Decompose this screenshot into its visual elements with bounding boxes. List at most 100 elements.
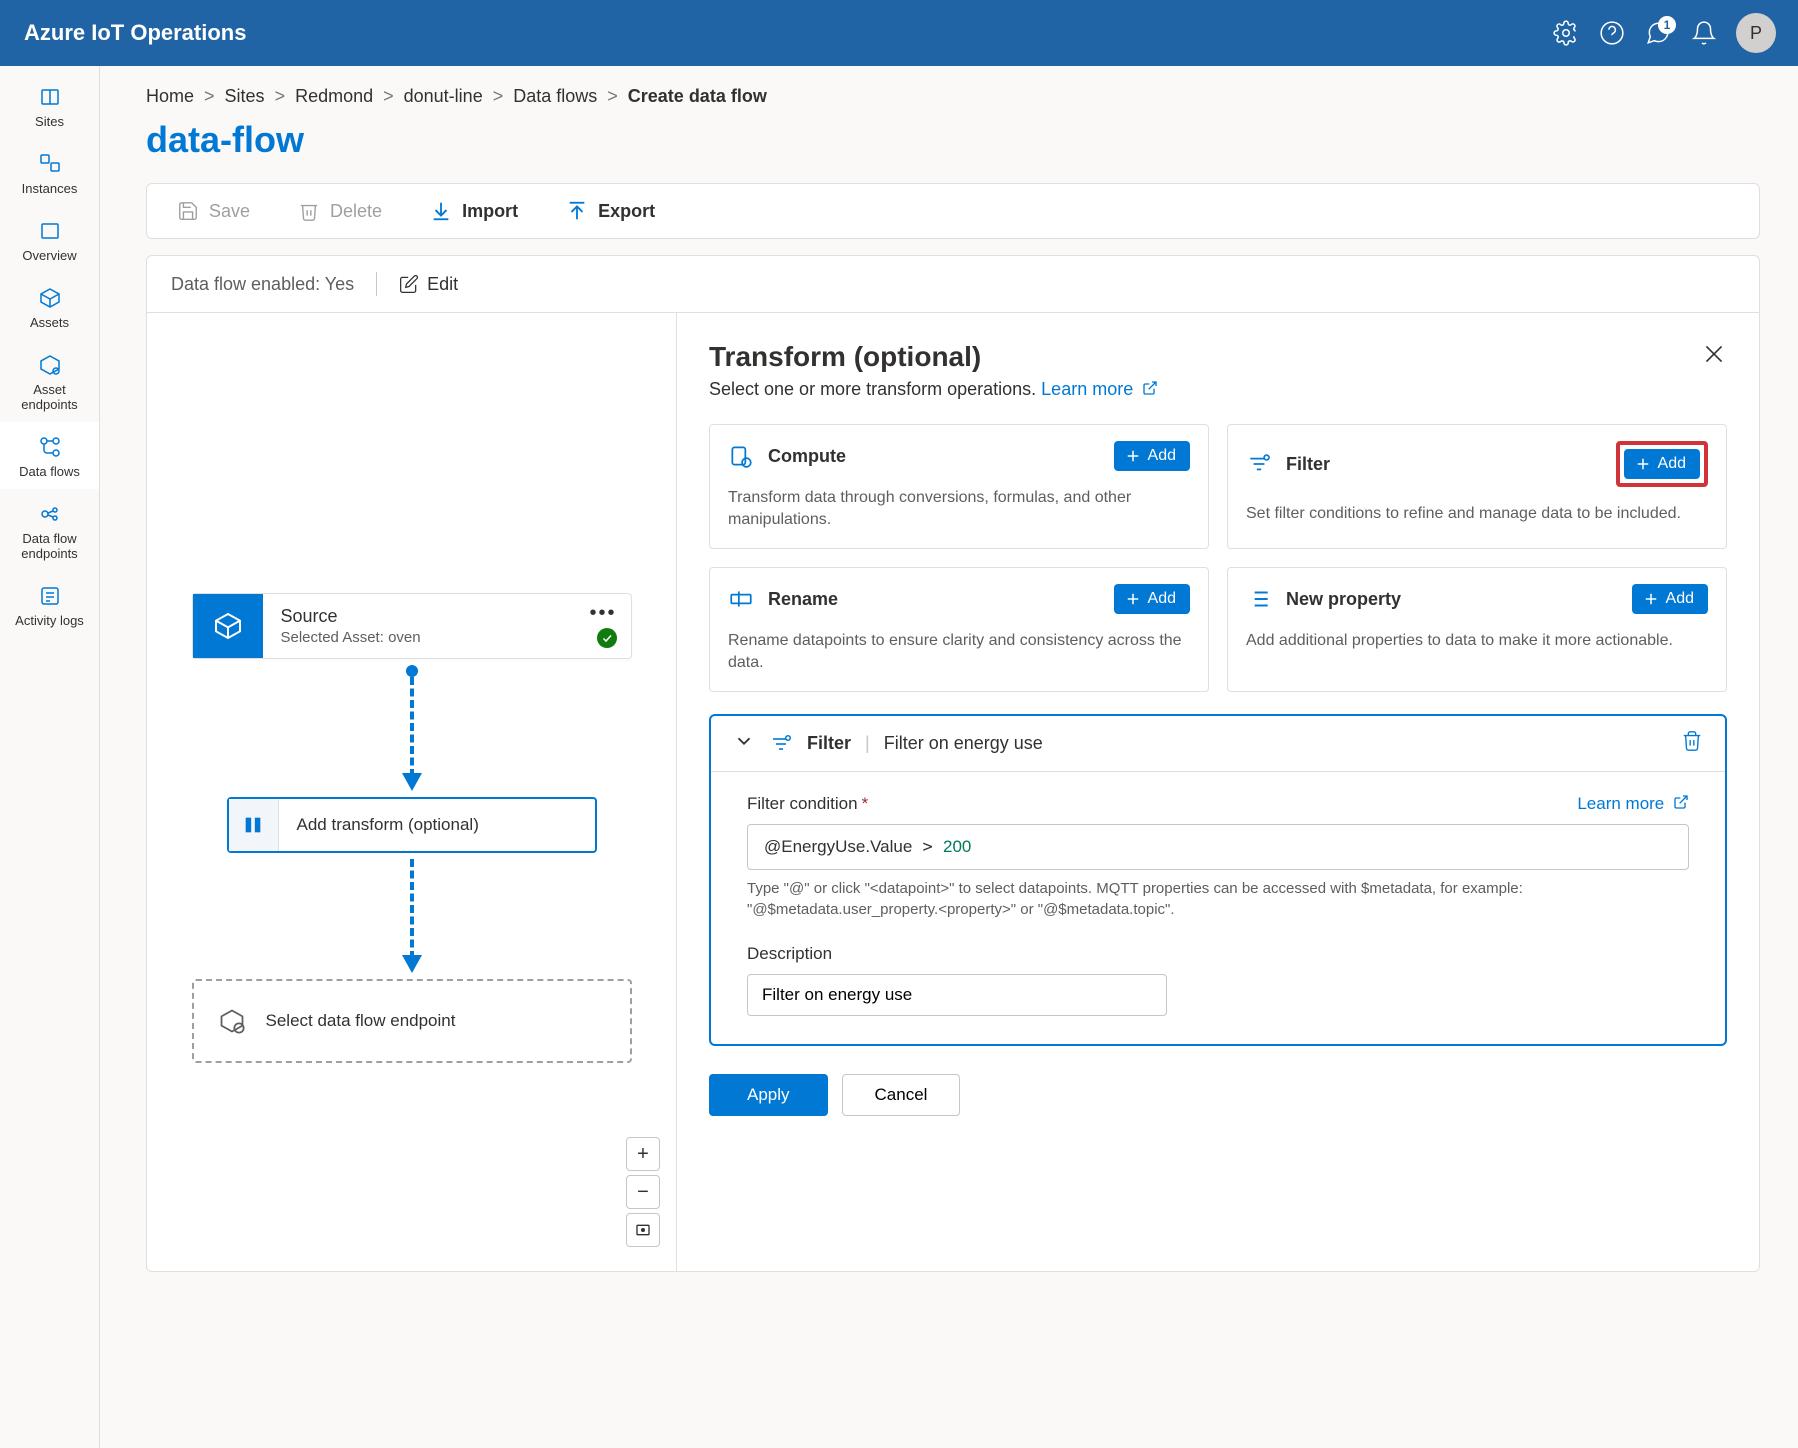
connector [402, 859, 422, 973]
edit-button[interactable]: Edit [399, 274, 458, 295]
feedback-icon[interactable]: 1 [1644, 19, 1672, 47]
data-flows-icon [37, 434, 63, 460]
delete-filter-button[interactable] [1681, 730, 1703, 757]
compute-card: Compute Add Transform data through conve… [709, 424, 1209, 549]
learn-more-link[interactable]: Learn more [1577, 794, 1689, 814]
workspace: Source Selected Asset: oven ••• Add tran… [146, 312, 1760, 1272]
sidebar-item-instances[interactable]: Instances [0, 139, 99, 206]
sidebar-label: Asset endpoints [4, 382, 95, 412]
crumb-current: Create data flow [628, 86, 767, 107]
status-text: Data flow enabled: Yes [171, 274, 354, 295]
crumb-redmond[interactable]: Redmond [295, 86, 373, 107]
filter-operation: Filter | Filter on energy use Filter con… [709, 714, 1727, 1046]
panel-footer: Apply Cancel [709, 1074, 1727, 1116]
add-compute-button[interactable]: Add [1114, 441, 1190, 471]
zoom-controls: + − [626, 1137, 660, 1247]
learn-more-link[interactable]: Learn more [1041, 379, 1158, 399]
description-label: Description [747, 944, 1689, 964]
app-title: Azure IoT Operations [24, 20, 246, 46]
settings-icon[interactable] [1552, 19, 1580, 47]
apply-button[interactable]: Apply [709, 1074, 828, 1116]
sidebar-label: Activity logs [15, 613, 84, 628]
sidebar: Sites Instances Overview Assets Asset en… [0, 66, 100, 1448]
crumb-home[interactable]: Home [146, 86, 194, 107]
crumb-sites[interactable]: Sites [225, 86, 265, 107]
transform-icon [229, 799, 279, 851]
overview-icon [37, 218, 63, 244]
description-input[interactable] [747, 974, 1167, 1016]
user-avatar[interactable]: P [1736, 13, 1776, 53]
feedback-badge: 1 [1658, 16, 1676, 34]
check-icon [597, 628, 617, 648]
filter-icon [1246, 451, 1272, 477]
instances-icon [37, 151, 63, 177]
sidebar-label: Sites [35, 114, 64, 129]
filter-card: Filter Add Set filter conditions to refi… [1227, 424, 1727, 549]
sidebar-item-asset-endpoints[interactable]: Asset endpoints [0, 340, 99, 422]
source-node[interactable]: Source Selected Asset: oven ••• [192, 593, 632, 659]
help-icon[interactable] [1598, 19, 1626, 47]
delete-button: Delete [298, 200, 382, 222]
endpoint-node[interactable]: Select data flow endpoint [192, 979, 632, 1063]
cancel-button[interactable]: Cancel [842, 1074, 961, 1116]
add-new-property-button[interactable]: Add [1632, 584, 1708, 614]
filter-icon [769, 732, 793, 756]
status-bar: Data flow enabled: Yes Edit [146, 255, 1760, 312]
sidebar-label: Instances [22, 181, 78, 196]
transform-panel: Transform (optional) Select one or more … [677, 313, 1759, 1271]
sidebar-item-activity-logs[interactable]: Activity logs [0, 571, 99, 638]
zoom-in-button[interactable]: + [626, 1137, 660, 1171]
dataflow-endpoints-icon [37, 501, 63, 527]
crumb-data-flows[interactable]: Data flows [513, 86, 597, 107]
save-button: Save [177, 200, 250, 222]
chevron-down-icon[interactable] [733, 730, 755, 757]
breadcrumb: Home> Sites> Redmond> donut-line> Data f… [146, 86, 1760, 107]
assets-icon [37, 285, 63, 311]
add-rename-button[interactable]: Add [1114, 584, 1190, 614]
sidebar-label: Overview [22, 248, 76, 263]
toolbar: Save Delete Import Export [146, 183, 1760, 239]
import-button[interactable]: Import [430, 200, 518, 222]
more-icon[interactable]: ••• [589, 602, 616, 625]
filter-op-type: Filter [807, 733, 851, 754]
crumb-donut-line[interactable]: donut-line [404, 86, 483, 107]
transform-label: Add transform (optional) [279, 799, 595, 851]
main-content: Home> Sites> Redmond> donut-line> Data f… [100, 66, 1798, 1448]
zoom-out-button[interactable]: − [626, 1175, 660, 1209]
flow-canvas: Source Selected Asset: oven ••• Add tran… [147, 313, 677, 1271]
endpoint-label: Select data flow endpoint [266, 1011, 456, 1031]
endpoint-icon [218, 1007, 246, 1035]
export-button[interactable]: Export [566, 200, 655, 222]
asset-endpoints-icon [37, 352, 63, 378]
sidebar-item-assets[interactable]: Assets [0, 273, 99, 340]
source-title: Source [281, 606, 613, 627]
panel-subtitle: Select one or more transform operations.… [709, 379, 1727, 400]
transform-node[interactable]: Add transform (optional) [227, 797, 597, 853]
sidebar-item-data-flows[interactable]: Data flows [0, 422, 99, 489]
cube-icon [193, 594, 263, 658]
sidebar-label: Assets [30, 315, 69, 330]
close-icon[interactable] [1701, 341, 1727, 372]
sidebar-label: Data flows [19, 464, 80, 479]
sidebar-item-dataflow-endpoints[interactable]: Data flow endpoints [0, 489, 99, 571]
panel-title: Transform (optional) [709, 341, 981, 373]
filter-condition-label: Filter condition* [747, 794, 868, 814]
rename-icon [728, 586, 754, 612]
sidebar-item-sites[interactable]: Sites [0, 72, 99, 139]
add-filter-button[interactable]: Add [1624, 449, 1700, 479]
rename-card: Rename Add Rename datapoints to ensure c… [709, 567, 1209, 692]
app-header: Azure IoT Operations 1 P [0, 0, 1798, 66]
notifications-icon[interactable] [1690, 19, 1718, 47]
list-icon [1246, 586, 1272, 612]
connector [402, 665, 422, 791]
compute-icon [728, 443, 754, 469]
sidebar-item-overview[interactable]: Overview [0, 206, 99, 273]
filter-op-name: Filter on energy use [884, 733, 1043, 754]
activity-logs-icon [37, 583, 63, 609]
sidebar-label: Data flow endpoints [4, 531, 95, 561]
filter-condition-help: Type "@" or click "<datapoint>" to selec… [747, 878, 1689, 920]
page-title: data-flow [146, 119, 1760, 161]
transform-cards: Compute Add Transform data through conve… [709, 424, 1727, 692]
filter-condition-input[interactable]: @EnergyUse.Value > 200 [747, 824, 1689, 870]
zoom-fit-button[interactable] [626, 1213, 660, 1247]
